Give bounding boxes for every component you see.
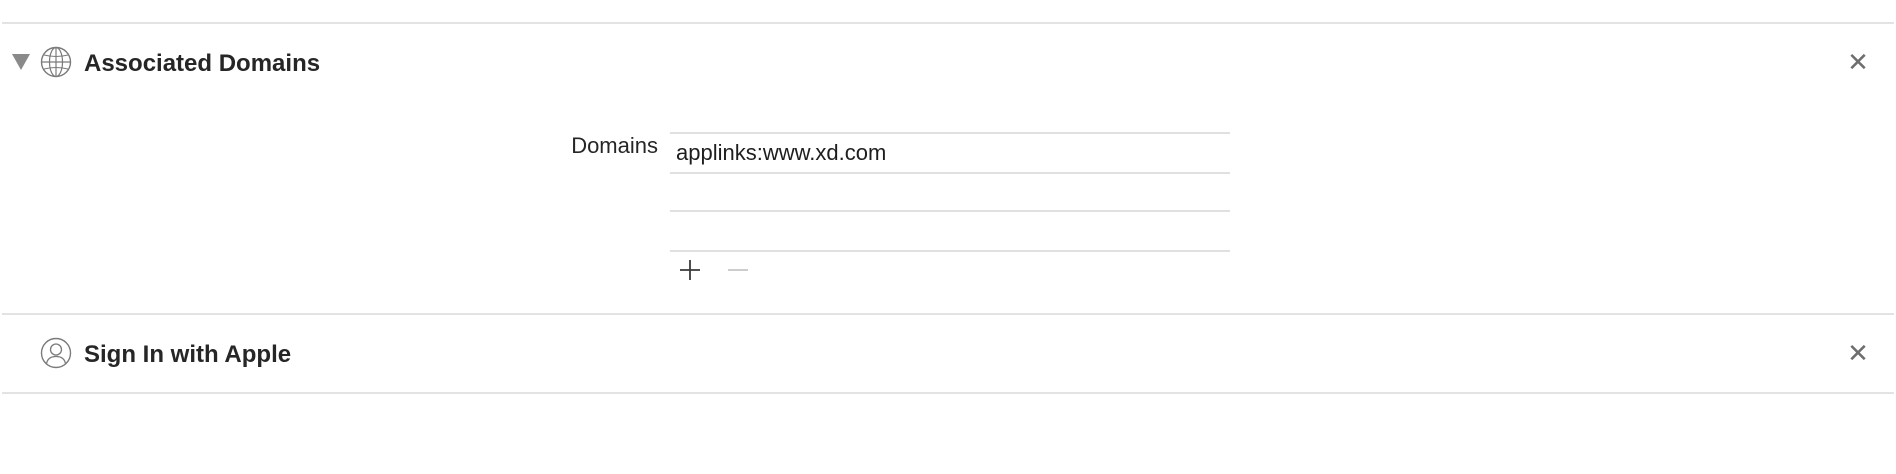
domain-row[interactable] (676, 174, 1224, 212)
disclosure-triangle-icon[interactable] (12, 54, 30, 70)
section-separator (2, 313, 1894, 315)
remove-associated-domains-button[interactable]: ✕ (1844, 48, 1872, 76)
capabilities-editor: Associated Domains ✕ Domains applinks:ww… (0, 0, 1896, 474)
add-domain-button[interactable] (678, 258, 702, 282)
associated-domains-title: Associated Domains (84, 50, 321, 77)
remove-domain-button[interactable] (726, 258, 750, 282)
associated-domains-header[interactable]: Associated Domains ✕ (0, 42, 1896, 82)
domains-label: Domains (571, 133, 658, 158)
remove-sign-in-with-apple-button[interactable]: ✕ (1844, 339, 1872, 367)
domain-row[interactable] (676, 212, 1224, 250)
list-separator (670, 250, 1230, 252)
bottom-separator (2, 392, 1894, 394)
globe-icon (40, 46, 72, 78)
person-icon (40, 337, 72, 369)
sign-in-with-apple-header[interactable]: Sign In with Apple ✕ (0, 333, 1896, 373)
sign-in-with-apple-title: Sign In with Apple (84, 341, 292, 368)
top-separator (2, 22, 1894, 24)
domain-row[interactable]: applinks:www.xd.com (676, 134, 1224, 172)
